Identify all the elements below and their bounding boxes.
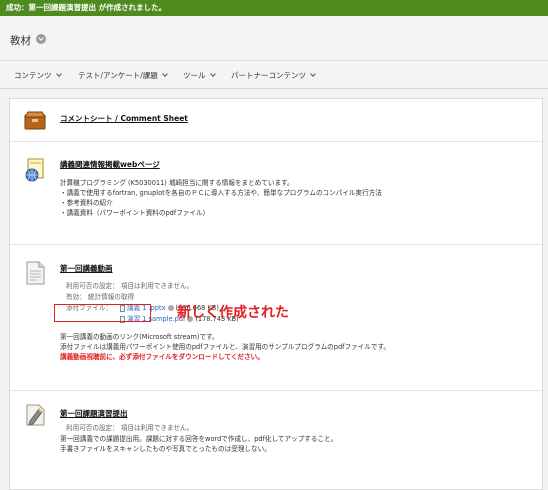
document-icon [24,261,46,285]
list-item: 第一回課題演習提出 利用可否の設定： 項目は利用できません。 第一回講義での課題… [10,391,542,489]
web-link-icon [24,158,46,182]
menu-tests-surveys-assignments[interactable]: テスト/アンケート/課題 [78,70,168,81]
item-description: ・講義資料（パワーポイント資料のpdfファイル） [60,209,210,217]
list-item: コメントシート / Comment Sheet [10,99,542,141]
folder-icon [24,109,46,133]
availability-setting: 利用可否の設定： 項目は利用できません。 [66,424,194,432]
tracking-setting: 有効： 統計情報の取得 [66,293,135,301]
menu-partner-content[interactable]: パートナーコンテンツ [231,70,316,81]
menu-tools[interactable]: ツール [183,70,216,81]
success-message: 成功：第一回課題演習提出 が作成されました。 [6,3,167,12]
list-item: 講義関連情報掲載webページ 計算機プログラミング (K5030011) 城崎担… [10,142,542,244]
item-description: 手書きファイルをスキャンしたものや写真でとったものは受理しない。 [60,445,271,453]
success-message-bar: 成功：第一回課題演習提出 が作成されました。 [0,0,548,16]
item-description: 添付ファイルは講義用パワーポイント使用のpdfファイルと、演習用のサンプルプログ… [60,343,390,351]
menu-contents[interactable]: コンテンツ [14,70,62,81]
chevron-down-icon [161,71,168,77]
chevron-down-icon [310,71,316,77]
chevron-down-icon [55,71,62,77]
info-icon[interactable] [167,305,174,311]
content-toolbar: コンテンツ テスト/アンケート/課題 ツール パートナーコンテンツ [0,61,548,89]
item-description: ・参考資料の紹介 [60,199,113,207]
item-description: 第一回講義での課題提出用。課題に対する回答をwordで作成し、pdf化してアップ… [60,435,338,443]
item-description: 計算機プログラミング (K5030011) 城崎担当に関する情報をまとめています… [60,179,294,187]
new-item-highlight [54,304,151,322]
item-title-assignment[interactable]: 第一回課題演習提出 [60,408,128,419]
page-header: 教材 [0,16,548,60]
item-title-lecture-video[interactable]: 第一回講義動画 [60,263,113,274]
item-description: ・講義で使用するfortran, gnuplotを各自のＰＣに導入する方法や、簡… [60,189,382,197]
availability-setting: 利用可否の設定： 項目は利用できません。 [66,282,194,290]
download-warning: 講義動画視聴前に、必ず添付ファイルをダウンロードしてください。 [60,353,264,361]
item-title-web-page[interactable]: 講義関連情報掲載webページ [60,159,160,170]
content-list: コメントシート / Comment Sheet 講義関連情報掲載webページ 計… [9,98,543,490]
new-item-annotation: 新しく作成された [177,305,289,321]
item-title-comment-sheet[interactable]: コメントシート / Comment Sheet [60,113,188,124]
item-description: 第一回講義の動画のリンク(Microsoft stream)です。 [60,333,219,341]
chevron-down-icon [209,71,216,77]
assignment-icon [24,403,46,427]
page-title: 教材 [10,35,31,47]
title-menu-chevron-icon[interactable] [36,34,46,44]
